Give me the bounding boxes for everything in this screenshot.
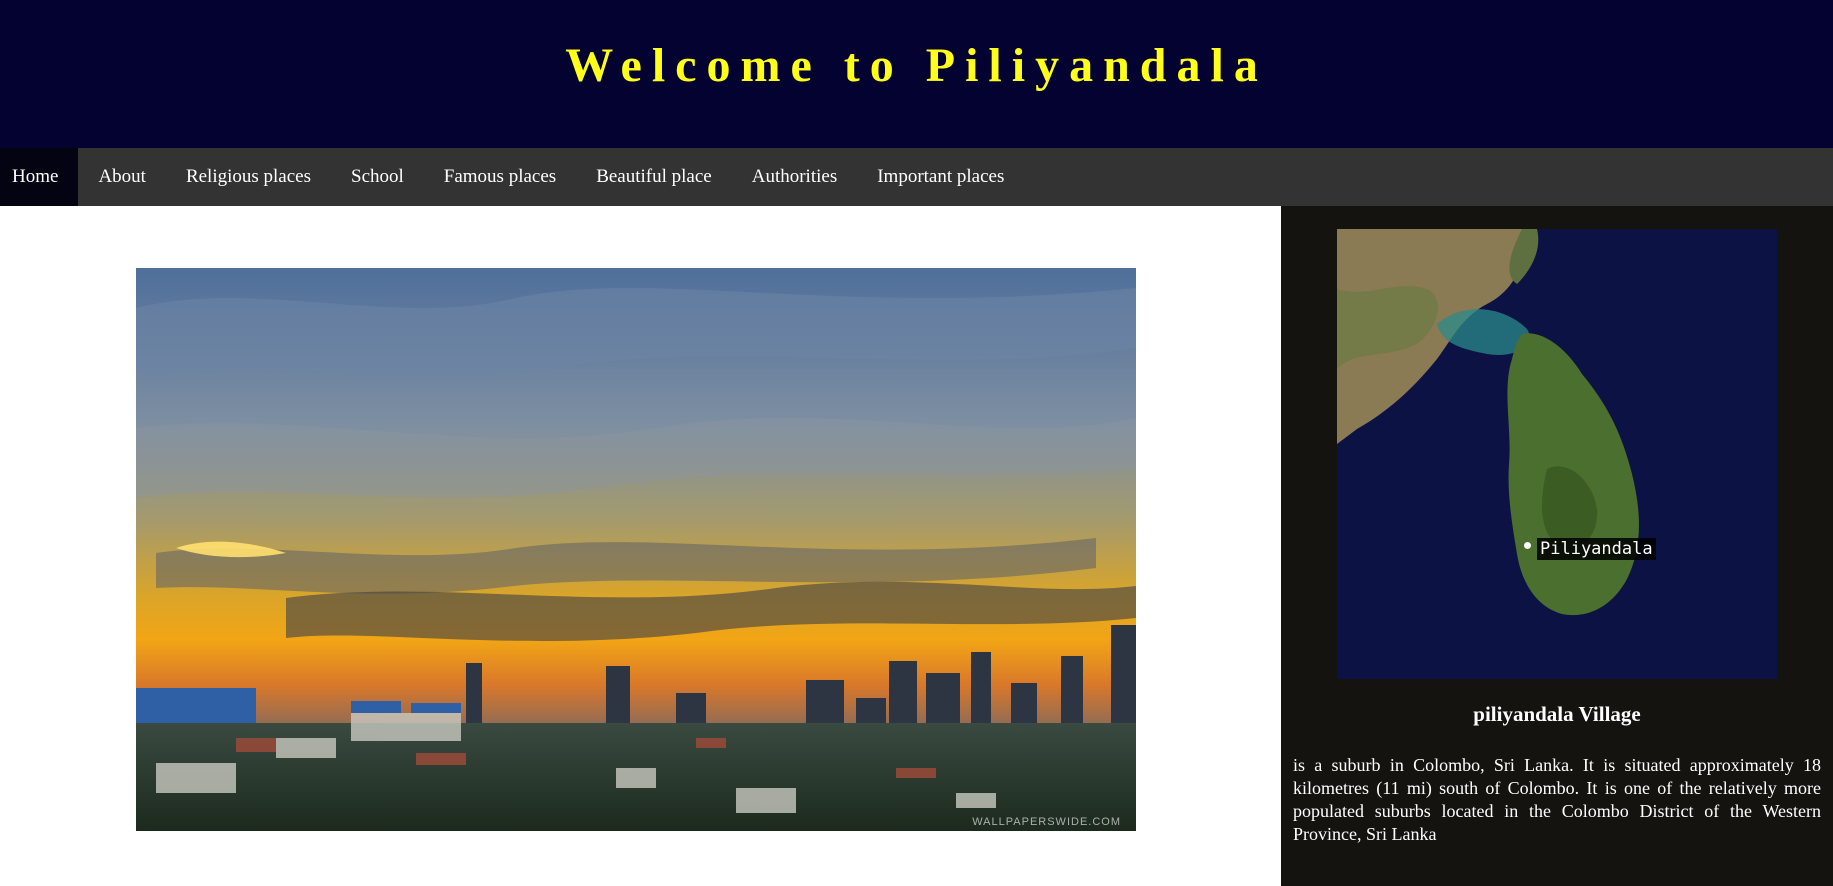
nav-about[interactable]: About xyxy=(78,148,166,206)
nav-important-places[interactable]: Important places xyxy=(857,148,1024,206)
location-dot-icon xyxy=(1524,542,1531,549)
sidebar-description: is a suburb in Colombo, Sri Lanka. It is… xyxy=(1293,755,1821,844)
map-image: Piliyandala xyxy=(1337,229,1777,679)
sidebar: Piliyandala piliyandala Village is a sub… xyxy=(1281,206,1833,886)
nav-famous-places[interactable]: Famous places xyxy=(424,148,576,206)
nav-home[interactable]: Home xyxy=(0,148,79,206)
hero-image: WALLPAPERSWIDE.COM xyxy=(136,268,1136,831)
nav-religious-places[interactable]: Religious places xyxy=(166,148,331,206)
sidebar-heading: piliyandala Village xyxy=(1473,702,1641,726)
nav-authorities[interactable]: Authorities xyxy=(732,148,858,206)
hero-watermark: WALLPAPERSWIDE.COM xyxy=(972,816,1121,828)
main-content: WALLPAPERSWIDE.COM xyxy=(0,206,1281,886)
page-title: Welcome to Piliyandala xyxy=(565,39,1268,92)
map-label: Piliyandala xyxy=(1537,538,1656,560)
site-header: Welcome to Piliyandala xyxy=(0,0,1833,148)
nav-school[interactable]: School xyxy=(331,148,424,206)
nav-beautiful-place[interactable]: Beautiful place xyxy=(576,148,732,206)
top-nav: Home About Religious places School Famou… xyxy=(0,148,1833,206)
